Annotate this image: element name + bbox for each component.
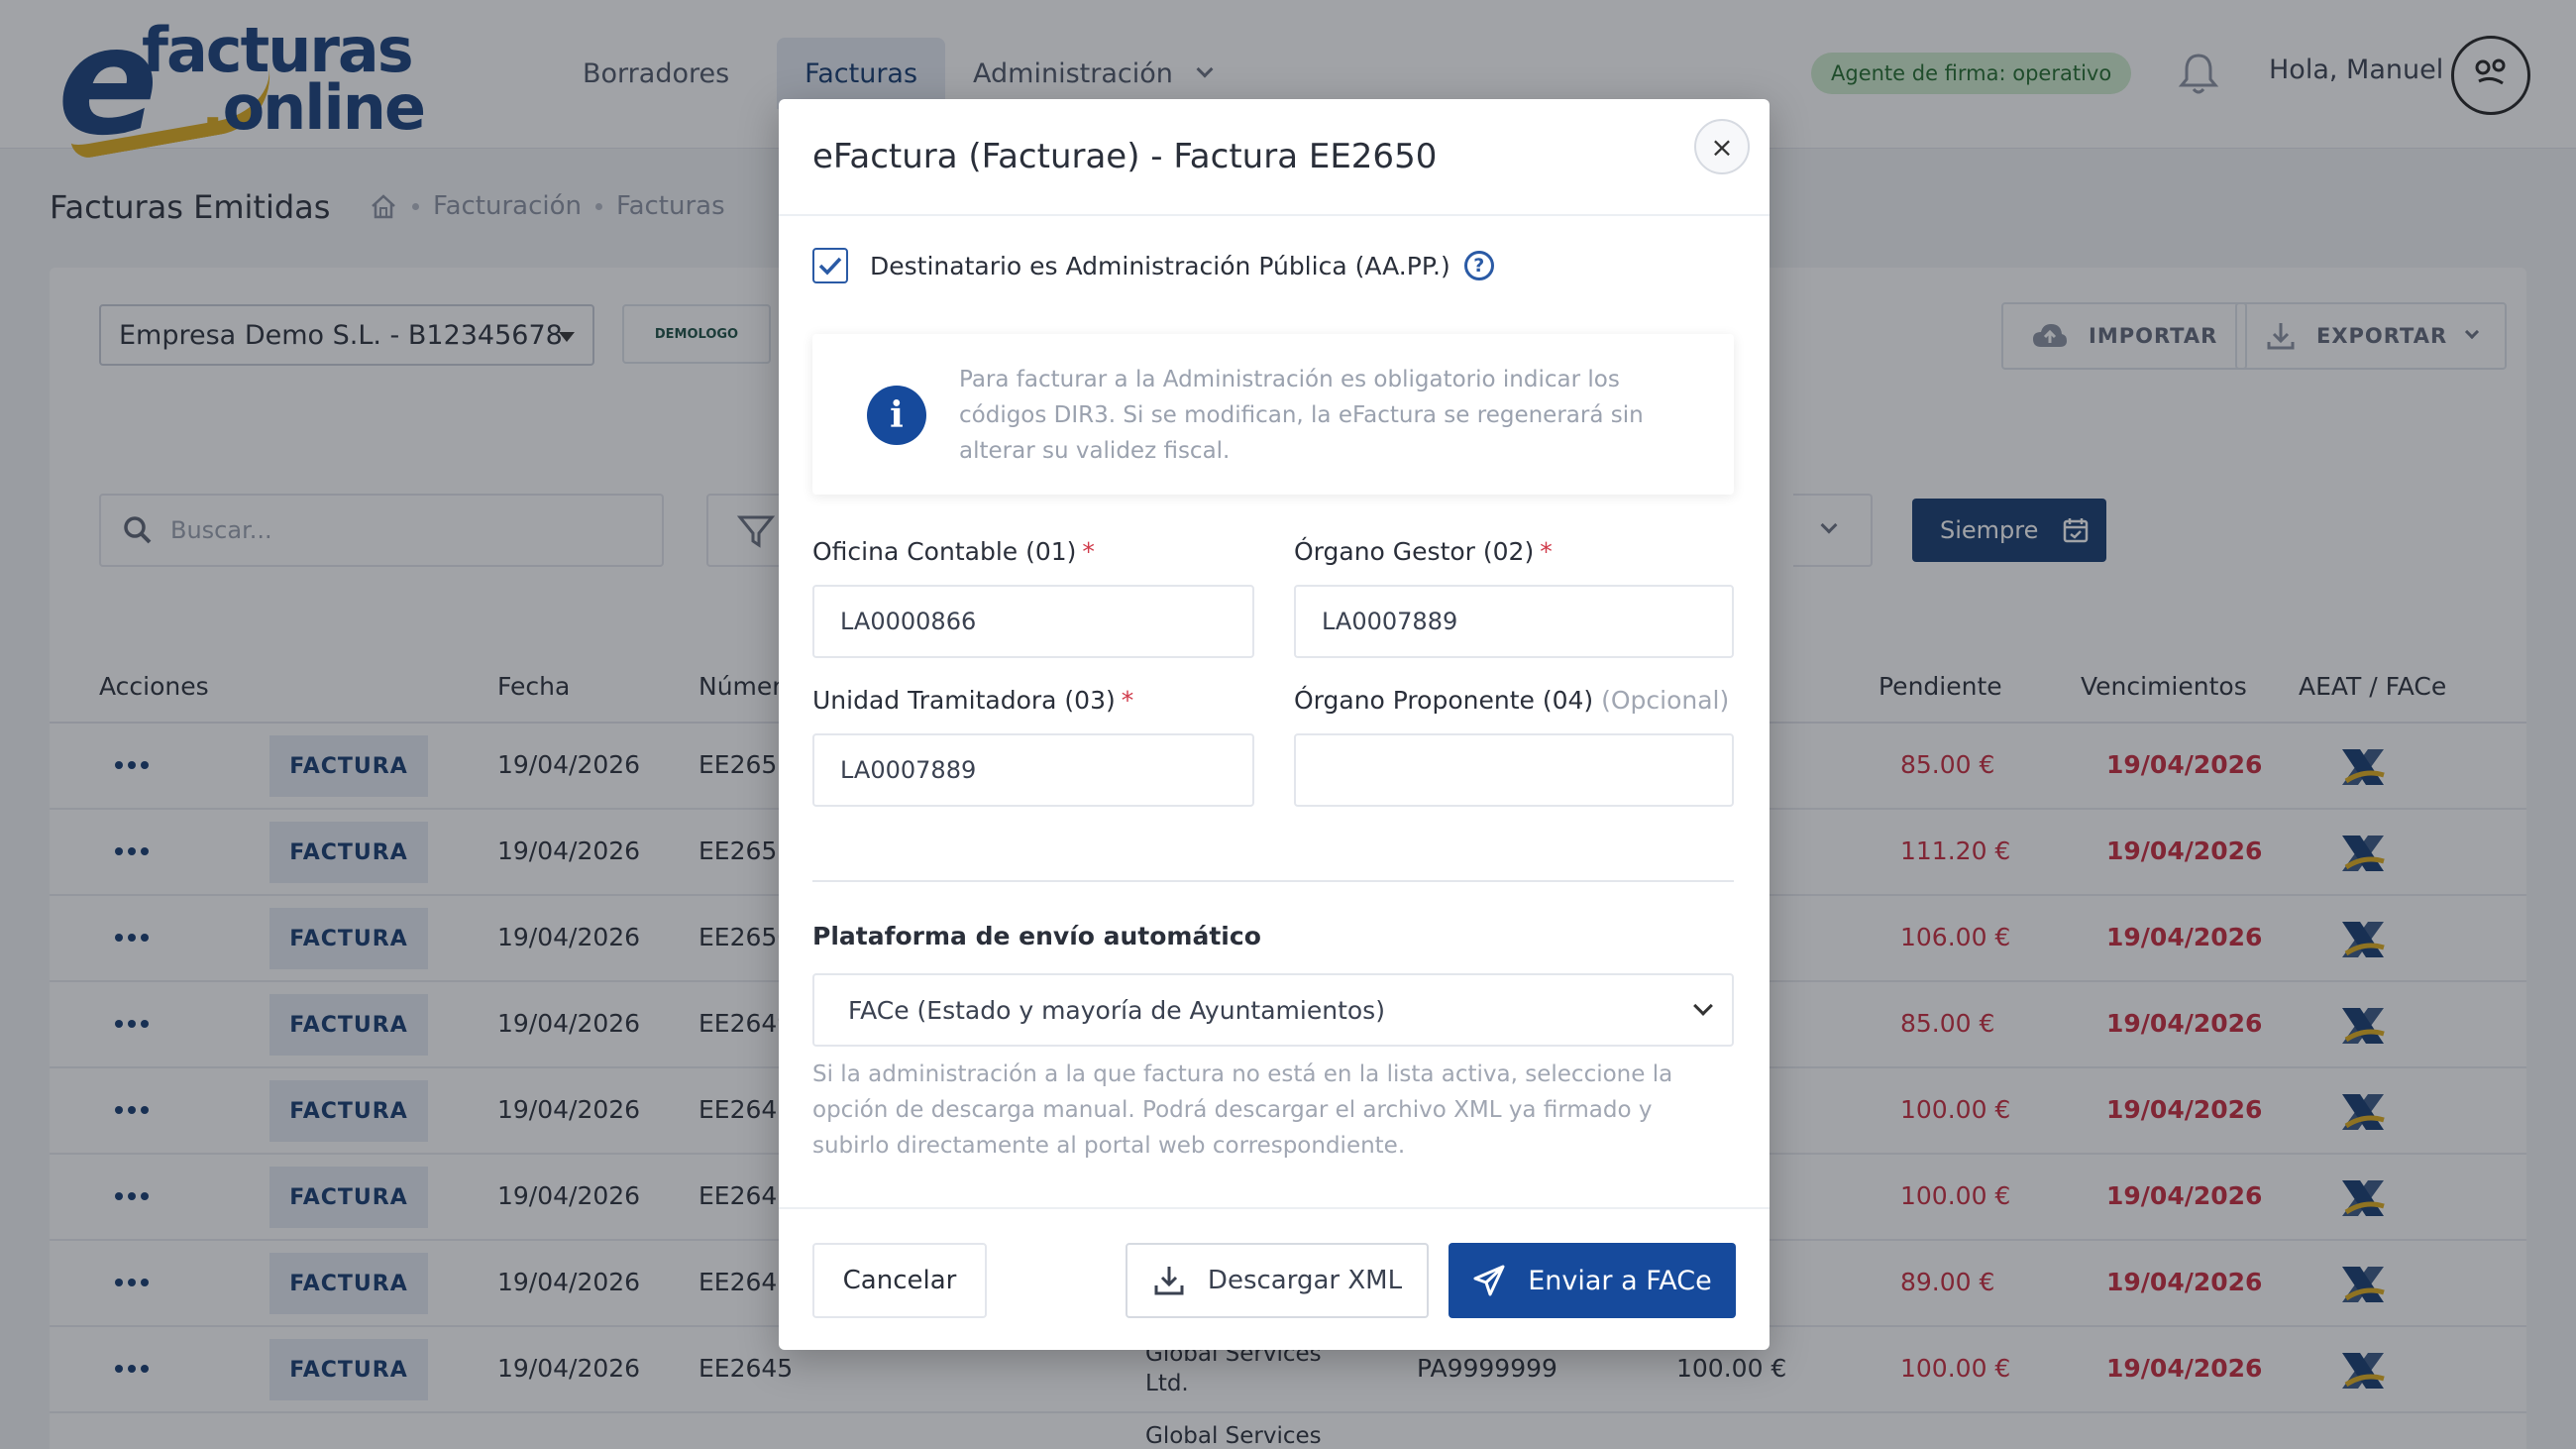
oficina-contable-input[interactable]: LA0000866 (812, 585, 1254, 658)
oficina-contable-label-text: Oficina Contable (01) (812, 537, 1077, 566)
chevron-down-icon (1693, 996, 1713, 1016)
unidad-tramitadora-label: Unidad Tramitadora (03) * (812, 686, 1133, 715)
check-icon (818, 257, 842, 276)
organo-proponente-label-text: Órgano Proponente (04) (1294, 686, 1594, 715)
platform-label: Plataforma de envío automático (812, 922, 1261, 950)
info-alert-text: Para facturar a la Administración es obl… (959, 367, 1644, 464)
download-xml-label: Descargar XML (1207, 1266, 1403, 1295)
aapp-checkbox[interactable] (812, 248, 848, 283)
organo-proponente-label: Órgano Proponente (04) (Opcional) (1294, 686, 1729, 715)
modal-title: eFactura (Facturae) - Factura EE2650 (812, 137, 1438, 176)
unidad-tramitadora-label-text: Unidad Tramitadora (03) (812, 686, 1116, 715)
efactura-modal: eFactura (Facturae) - Factura EE2650 × D… (779, 99, 1770, 1350)
aapp-checkbox-label[interactable]: Destinatario es Administración Pública (… (870, 252, 1450, 280)
required-marker: * (1082, 537, 1095, 566)
cancel-button[interactable]: Cancelar (812, 1243, 987, 1318)
organo-gestor-input[interactable]: LA0007889 (1294, 585, 1734, 658)
modal-header: eFactura (Facturae) - Factura EE2650 × (779, 99, 1770, 216)
platform-help-text: Si la administración a la que factura no… (812, 1061, 1673, 1159)
platform-select[interactable]: FACe (Estado y mayoría de Ayuntamientos) (812, 973, 1734, 1047)
download-icon (1154, 1267, 1184, 1295)
close-button[interactable]: × (1694, 119, 1750, 174)
info-icon: i (867, 386, 926, 445)
organo-gestor-label: Órgano Gestor (02) * (1294, 537, 1553, 566)
close-icon: × (1710, 130, 1734, 164)
aapp-checkbox-row: Destinatario es Administración Pública (… (812, 248, 1494, 283)
optional-marker: (Opcional) (1601, 686, 1730, 715)
platform-select-value: FACe (Estado y mayoría de Ayuntamientos) (848, 995, 1385, 1025)
download-xml-button[interactable]: Descargar XML (1126, 1243, 1429, 1318)
help-icon[interactable]: ? (1463, 251, 1494, 280)
modal-footer: Cancelar Descargar XML Enviar a FACe (779, 1207, 1770, 1350)
required-marker: * (1540, 537, 1553, 566)
required-marker: * (1121, 686, 1134, 715)
organo-gestor-label-text: Órgano Gestor (02) (1294, 537, 1535, 566)
organo-proponente-input[interactable] (1294, 733, 1734, 807)
divider (812, 880, 1734, 882)
oficina-contable-label: Oficina Contable (01) * (812, 537, 1095, 566)
send-face-label: Enviar a FACe (1528, 1265, 1712, 1296)
send-face-button[interactable]: Enviar a FACe (1449, 1243, 1736, 1318)
paper-plane-icon (1473, 1265, 1505, 1296)
unidad-tramitadora-input[interactable]: LA0007889 (812, 733, 1254, 807)
info-alert: i Para facturar a la Administración es o… (812, 334, 1734, 495)
